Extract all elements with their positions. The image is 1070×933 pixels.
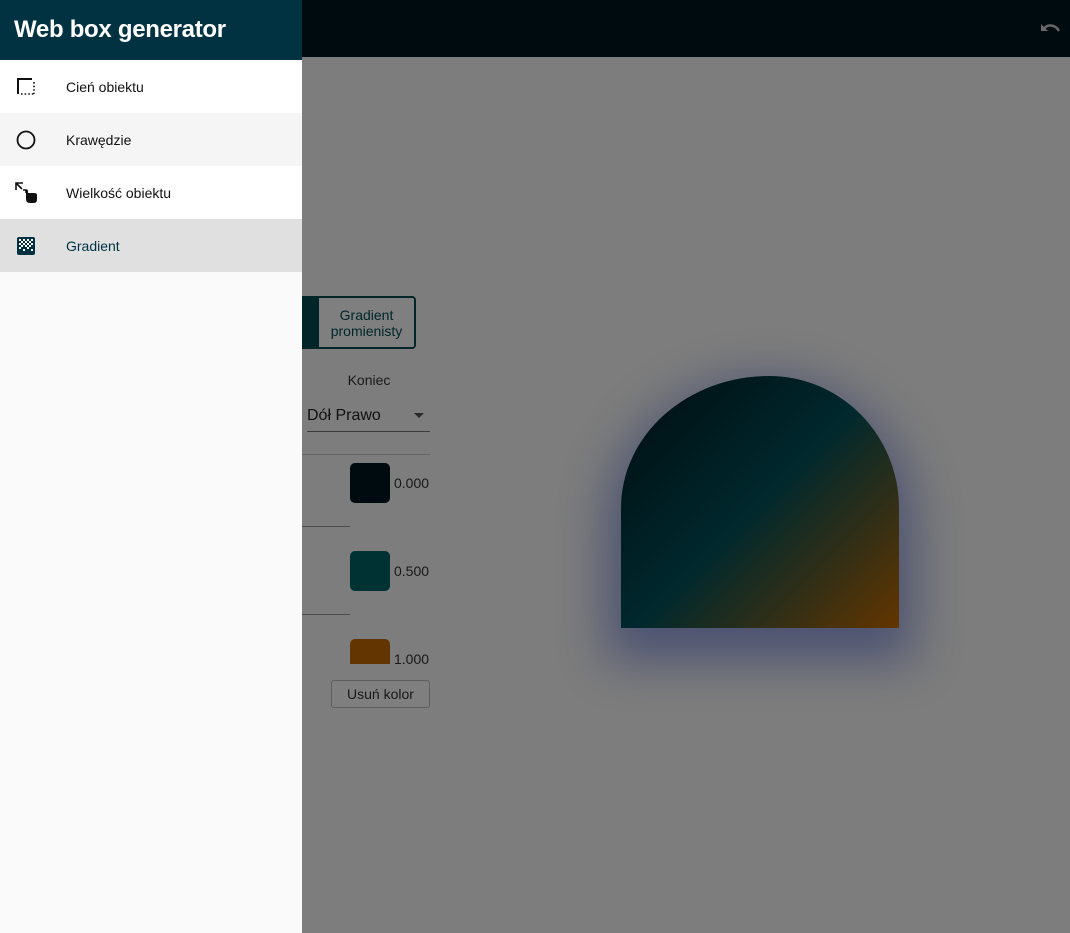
nav-item-object-size[interactable]: Wielkość obiektu (0, 166, 302, 219)
nav-item-label: Cień obiektu (66, 78, 144, 95)
gradient-icon (13, 233, 39, 259)
nav-item-box-shadow[interactable]: Cień obiektu (0, 60, 302, 113)
circle-outline-icon (13, 127, 39, 153)
nav-item-label: Gradient (66, 237, 120, 254)
nav-item-borders[interactable]: Krawędzie (0, 113, 302, 166)
resize-pointer-icon (13, 180, 39, 206)
nav-item-gradient[interactable]: Gradient (0, 219, 302, 272)
navigation-drawer: Web box generator Cień obiektu Krawędzie (0, 0, 302, 933)
app-title: Web box generator (14, 16, 226, 43)
box-shadow-icon (13, 74, 39, 100)
nav-item-label: Krawędzie (66, 131, 132, 148)
drawer-header: Web box generator (0, 0, 302, 60)
nav-item-label: Wielkość obiektu (66, 184, 172, 201)
